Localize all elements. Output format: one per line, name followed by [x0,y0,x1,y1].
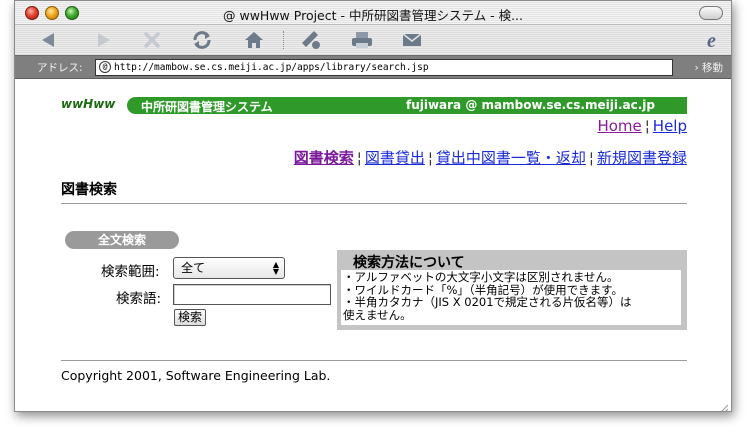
nav-link-book-lending[interactable]: 図書貸出 [365,149,425,167]
help-line: 使えません。 [343,307,412,322]
main-nav: 図書検索 ¦ 図書貸出 ¦ 貸出中図書一覧・返却 ¦ 新規図書登録 [294,147,687,168]
nav-link-book-search[interactable]: 図書検索 [294,149,354,167]
search-term-input[interactable] [173,284,331,305]
logged-in-user: fujiwara @ mambow.se.cs.meiji.ac.jp [405,98,655,112]
page-icon: @ [99,61,111,73]
help-line: ・半角カタカナ（JIS X 0201で規定される片仮名等）は [343,295,632,309]
back-icon[interactable] [35,28,61,52]
toolbar-separator [283,31,285,49]
print-icon[interactable] [349,28,375,52]
nav-separator: ¦ [356,149,362,167]
search-help-box: 検索方法について ・アルファベットの大文字小文字は区別されません。 ・ワイルドカ… [337,250,687,330]
go-button[interactable]: › 移動 [694,60,723,75]
window-title: @ wwHww Project - 中所研図書管理システム - 検... [223,8,523,23]
help-link[interactable]: Help [653,117,687,135]
top-links: Home ¦ Help [597,117,687,135]
toolbar-toggle-button[interactable] [699,6,723,20]
search-help-title: 検索方法について [353,255,465,271]
stop-icon[interactable] [139,28,165,52]
home-icon[interactable] [241,28,267,52]
site-logo: wwHww [61,97,116,111]
nav-link-new-book[interactable]: 新規図書登録 [597,149,687,167]
title-bar: @ wwHww Project - 中所研図書管理システム - 検... [15,1,731,25]
url-text: http://mambow.se.cs.meiji.ac.jp/apps/lib… [114,62,429,73]
search-help-text: ・アルファベットの大文字小文字は区別されません。 ・ワイルドカード「%」（半角記… [341,270,681,325]
updown-arrows-icon: ▲ ▼ [272,260,279,276]
system-title: 中所研図書管理システム [141,100,273,114]
nav-link-borrowed-list[interactable]: 貸出中図書一覧・返却 [436,149,586,167]
page-content: wwHww 中所研図書管理システム fujiwara @ mambow.se.c… [15,79,731,411]
search-scope-label: 検索範囲: [101,264,160,280]
site-header: wwHww 中所研図書管理システム fujiwara @ mambow.se.c… [61,97,687,114]
search-scope-select[interactable]: 全て ▲ ▼ [173,257,285,279]
header-bar: 中所研図書管理システム fujiwara @ mambow.se.cs.meij… [127,97,687,114]
browser-window: @ wwHww Project - 中所研図書管理システム - 検... e ア… [14,0,732,412]
address-label: アドレス: [37,62,83,74]
footer-divider [61,360,687,361]
nav-separator: ¦ [588,149,594,167]
page-title: 図書検索 [61,182,117,198]
home-link[interactable]: Home [597,117,641,135]
refresh-icon[interactable] [189,28,215,52]
nav-separator: ¦ [427,149,433,167]
svg-text:e: e [707,30,716,51]
fulltext-search-label: 全文検索 [65,231,179,249]
search-scope-value: 全て [181,261,206,275]
title-divider [61,203,687,204]
resize-grip-icon[interactable] [717,399,729,411]
browser-toolbar: e [15,25,731,55]
forward-icon[interactable] [91,28,117,52]
ie-logo-icon: e [703,28,729,52]
address-bar: アドレス: @ http://mambow.se.cs.meiji.ac.jp/… [15,55,731,79]
copyright-text: Copyright 2001, Software Engineering Lab… [61,368,331,383]
search-button[interactable]: 検索 [174,309,207,326]
url-input[interactable]: @ http://mambow.se.cs.meiji.ac.jp/apps/l… [95,59,673,76]
mail-icon[interactable] [399,28,425,52]
search-term-label: 検索語: [116,291,162,307]
help-line: ・アルファベットの大文字小文字は区別されません。 [343,270,619,284]
link-separator: ¦ [644,117,650,135]
favorites-icon[interactable] [299,28,325,52]
